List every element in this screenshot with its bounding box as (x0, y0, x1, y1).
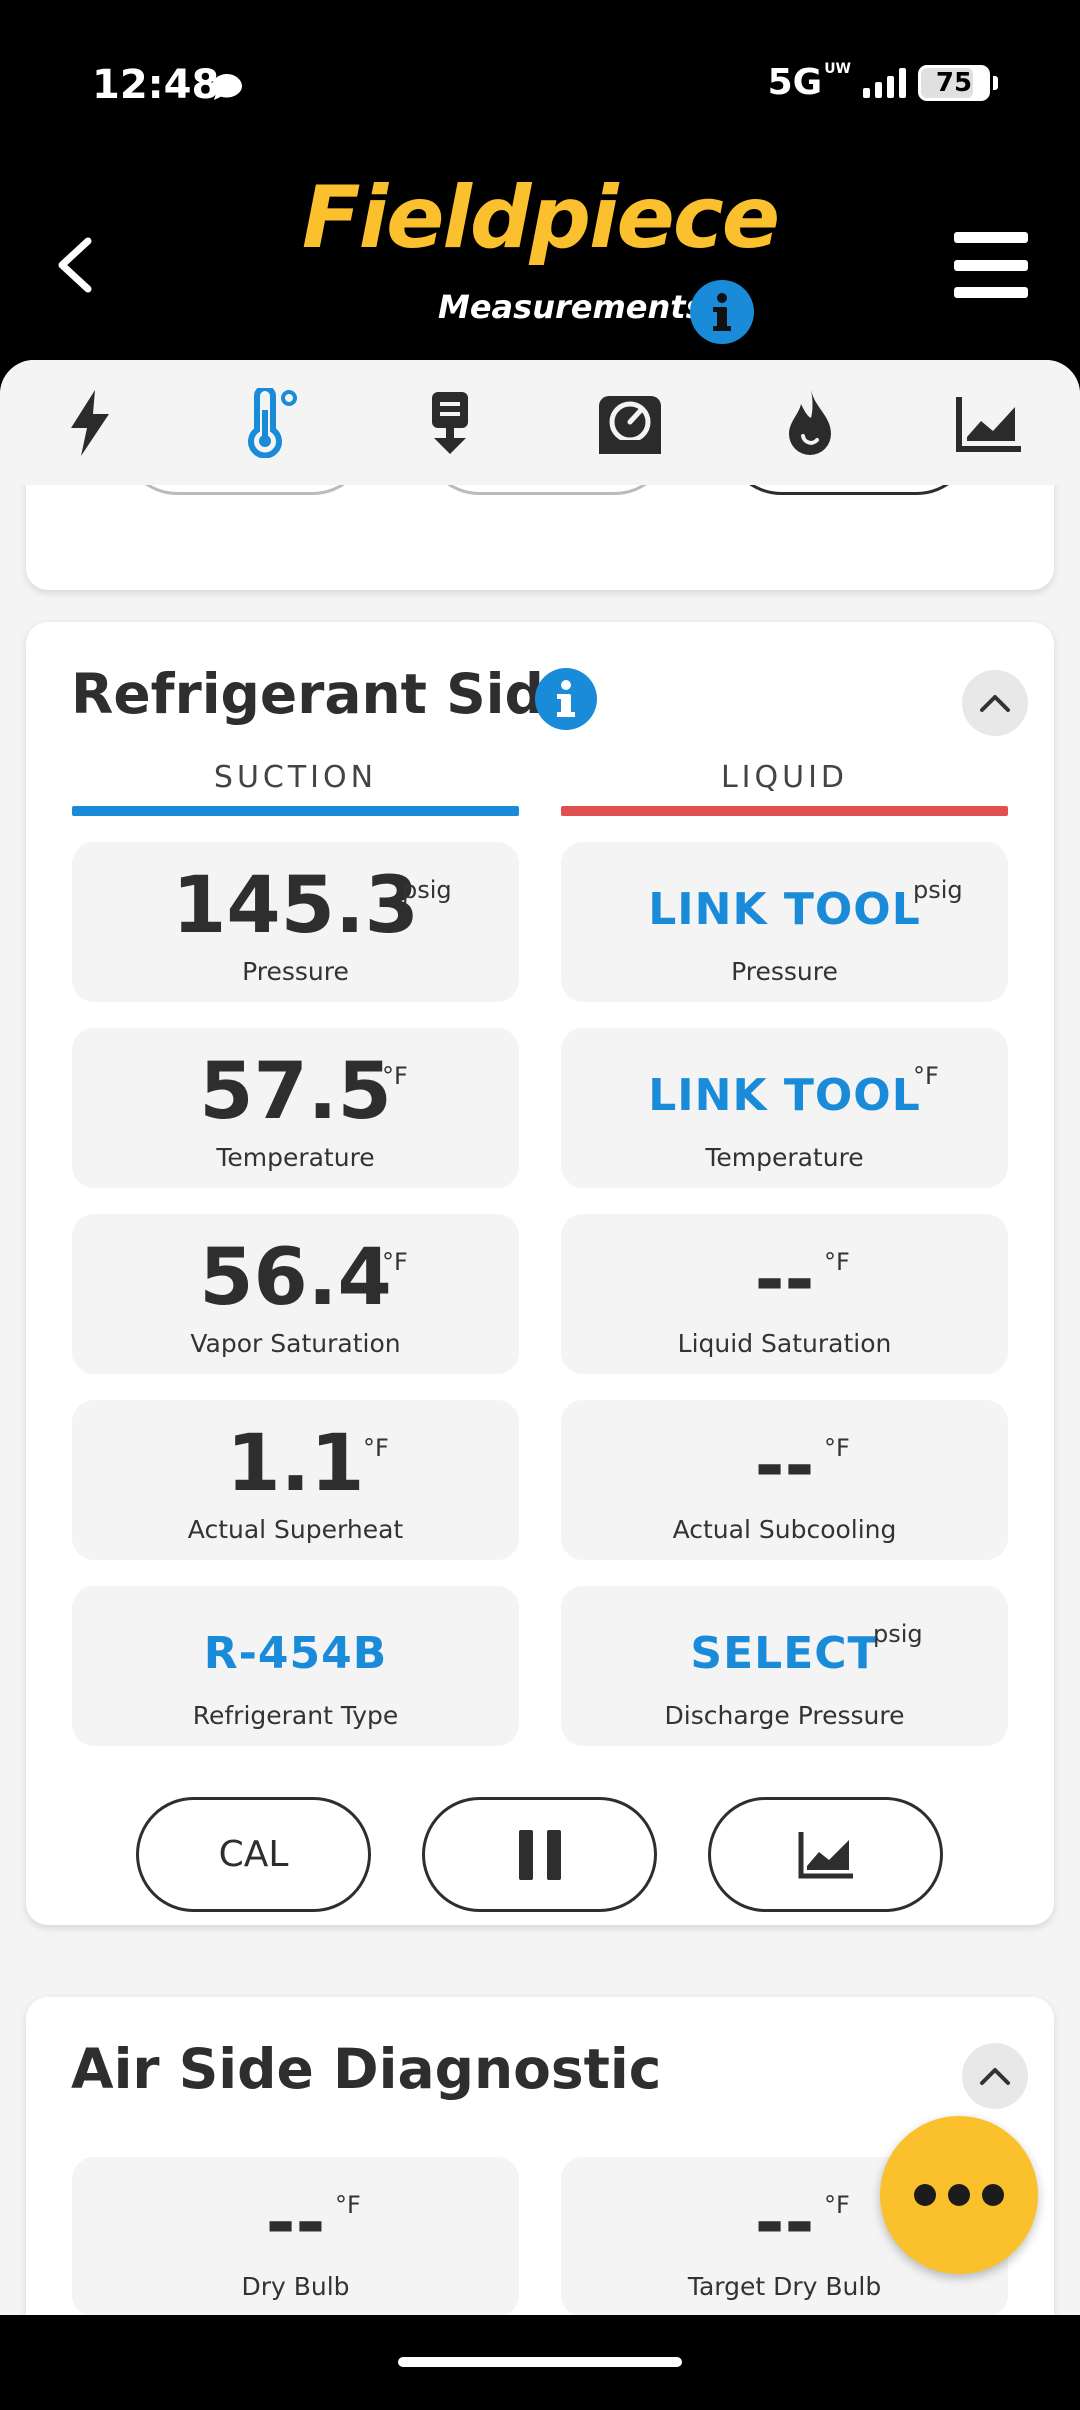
tab-download[interactable] (405, 378, 495, 468)
download-icon (432, 391, 468, 454)
more-options-button[interactable] (880, 2116, 1038, 2274)
vapor-saturation-label: Vapor Saturation (190, 1329, 401, 1358)
liquid-temperature-label: Temperature (705, 1143, 864, 1172)
lightning-icon (71, 389, 109, 456)
network-sub: UW (824, 61, 851, 77)
liquid-saturation-label: Liquid Saturation (677, 1329, 892, 1358)
suction-header: SUCTION (213, 760, 378, 795)
brand-logo: Fieldpiece (301, 168, 780, 268)
subcooling-label: Actual Subcooling (672, 1515, 897, 1544)
pause-icon (518, 1829, 561, 1880)
refrigerant-type-value[interactable]: R-454B (72, 1629, 519, 1678)
suction-pressure-cell[interactable]: 145.3 psig Pressure (72, 842, 519, 1002)
dry-bulb-value: -- (265, 2180, 326, 2264)
status-time: 12:48 (92, 62, 220, 108)
status-bar: 12:48 5G UW 75 (0, 0, 1080, 160)
refrigerant-type-label: Refrigerant Type (192, 1701, 399, 1730)
dry-bulb-label: Dry Bulb (241, 2272, 350, 2301)
liquid-pressure-label: Pressure (731, 957, 838, 986)
chart-icon (798, 1831, 853, 1878)
chevron-up-icon (980, 2068, 1010, 2085)
page-subtitle: Measurements (438, 288, 705, 326)
suction-pressure-label: Pressure (242, 957, 349, 986)
info-icon[interactable] (535, 668, 597, 730)
suction-bar (72, 806, 519, 816)
thermometer-icon (248, 387, 297, 458)
menu-button[interactable] (954, 232, 1028, 298)
trend-button[interactable] (708, 1797, 943, 1912)
system-nav-bar (0, 2315, 1080, 2410)
tab-combustion[interactable] (765, 378, 855, 468)
battery-icon: 75 (918, 64, 998, 101)
superheat-cell[interactable]: 1.1 °F Actual Superheat (72, 1400, 519, 1560)
signal-icon (863, 67, 906, 98)
status-indicators: 5G UW 75 (767, 61, 998, 103)
liquid-header: LIQUID (720, 760, 849, 795)
tab-temperature[interactable] (225, 378, 315, 468)
collapse-button[interactable] (962, 670, 1028, 736)
dot-icon (914, 2184, 936, 2206)
vapor-saturation-value: 56.4 (199, 1233, 392, 1323)
content-panel: Refrigerant Side SUCTION LIQUID 145.3 ps… (0, 360, 1080, 2315)
tab-trend[interactable] (945, 378, 1035, 468)
suction-temperature-value: 57.5 (199, 1047, 392, 1137)
suction-pressure-unit: psig (402, 876, 452, 904)
battery-level: 75 (935, 67, 973, 98)
subcooling-cell[interactable]: -- °F Actual Subcooling (561, 1400, 1008, 1560)
liquid-pressure-unit: psig (913, 876, 963, 904)
chevron-up-icon (980, 695, 1010, 712)
liquid-bar (561, 806, 1008, 816)
superheat-unit: °F (363, 1434, 389, 1462)
liquid-saturation-value: -- (754, 1237, 815, 1321)
chart-icon (956, 396, 1021, 452)
discharge-pressure-cell[interactable]: SELECT psig Discharge Pressure (561, 1586, 1008, 1746)
refrigerant-side-card: Refrigerant Side SUCTION LIQUID 145.3 ps… (26, 622, 1054, 1925)
air-side-title: Air Side Diagnostic (71, 2037, 662, 2101)
refrigerant-type-cell[interactable]: R-454B Refrigerant Type (72, 1586, 519, 1746)
dry-bulb-cell[interactable]: -- °F Dry Bulb (72, 2157, 519, 2315)
liquid-temperature-value[interactable]: LINK TOOL (561, 1071, 1008, 1120)
pause-button[interactable] (422, 1797, 657, 1912)
subcooling-unit: °F (824, 1434, 850, 1462)
liquid-pressure-cell[interactable]: LINK TOOL psig Pressure (561, 842, 1008, 1002)
liquid-temperature-unit: °F (913, 1062, 939, 1090)
dot-icon (982, 2184, 1004, 2206)
cal-button[interactable]: CAL (136, 1797, 371, 1912)
app-header: Fieldpiece Measurements (0, 160, 1080, 360)
discharge-pressure-value[interactable]: SELECT (561, 1629, 1008, 1678)
liquid-saturation-cell[interactable]: -- °F Liquid Saturation (561, 1214, 1008, 1374)
suction-temperature-label: Temperature (216, 1143, 375, 1172)
suction-pressure-value: 145.3 (172, 861, 419, 951)
vapor-saturation-unit: °F (382, 1248, 408, 1276)
flame-icon (789, 389, 831, 455)
refrigerant-side-title: Refrigerant Side (71, 662, 582, 726)
superheat-label: Actual Superheat (187, 1515, 404, 1544)
suction-temperature-unit: °F (382, 1062, 408, 1090)
discharge-pressure-label: Discharge Pressure (664, 1701, 905, 1730)
home-indicator[interactable] (398, 2357, 682, 2367)
dry-bulb-unit: °F (335, 2191, 361, 2219)
chat-icon (212, 74, 242, 100)
network-type: 5G UW (767, 61, 851, 103)
liquid-saturation-unit: °F (824, 1248, 850, 1276)
tab-electrical[interactable] (45, 378, 135, 468)
target-dry-bulb-label: Target Dry Bulb (687, 2272, 882, 2301)
subcooling-value: -- (754, 1423, 815, 1507)
liquid-temperature-cell[interactable]: LINK TOOL °F Temperature (561, 1028, 1008, 1188)
superheat-value: 1.1 (226, 1419, 365, 1509)
vapor-saturation-cell[interactable]: 56.4 °F Vapor Saturation (72, 1214, 519, 1374)
collapse-button[interactable] (962, 2043, 1028, 2109)
info-icon[interactable] (690, 280, 754, 344)
suction-temperature-cell[interactable]: 57.5 °F Temperature (72, 1028, 519, 1188)
discharge-pressure-unit: psig (873, 1620, 923, 1648)
gauge-icon (599, 395, 661, 454)
dot-icon (948, 2184, 970, 2206)
target-dry-bulb-unit: °F (824, 2191, 850, 2219)
tab-gauge[interactable] (585, 378, 675, 468)
tab-bar (0, 360, 1080, 485)
